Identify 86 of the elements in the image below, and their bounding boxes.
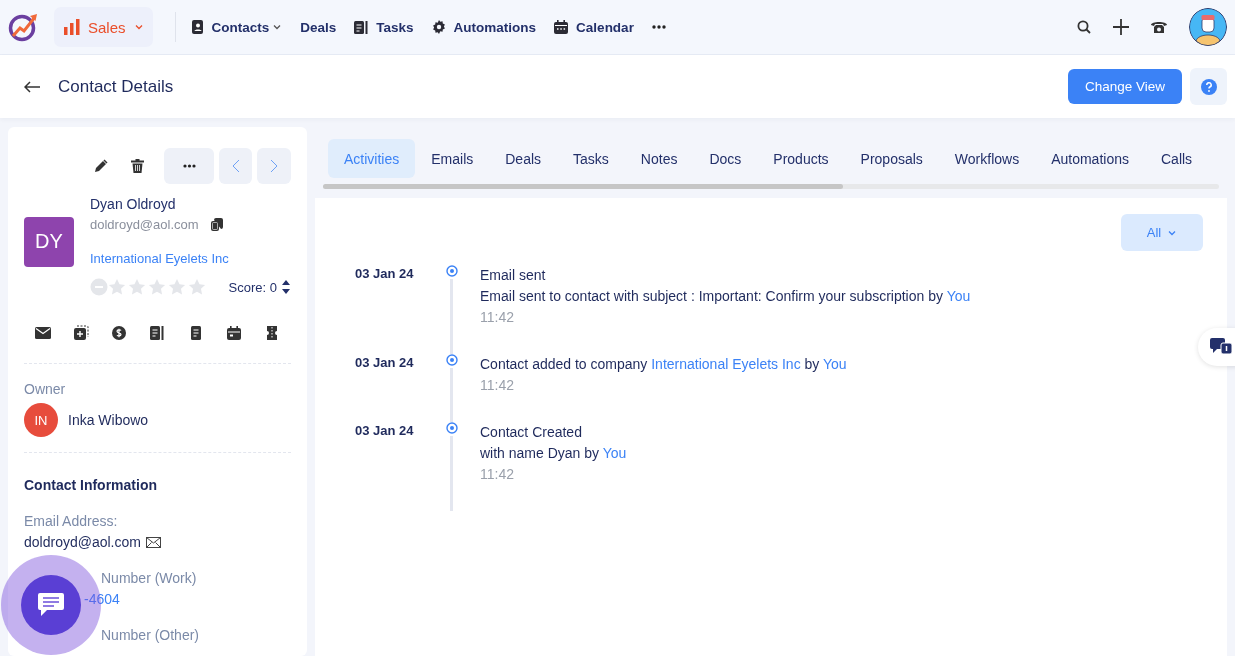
chat-bubble-icon xyxy=(37,592,65,618)
change-view-button[interactable]: Change View xyxy=(1067,69,1182,104)
timeline-dot-icon xyxy=(445,265,458,277)
more-icon xyxy=(182,164,196,168)
tab[interactable]: Calls xyxy=(1145,139,1209,178)
horizontal-scrollbar[interactable] xyxy=(323,184,1219,189)
timeline-dot-icon xyxy=(445,422,458,434)
address-book-icon xyxy=(191,20,204,34)
activity-text: with name Dyan by You xyxy=(480,444,627,463)
gear-icon xyxy=(431,20,446,34)
calendar-icon xyxy=(225,325,242,341)
activity-text: Email sent xyxy=(480,266,547,285)
tab[interactable]: Products xyxy=(757,139,845,178)
pencil-icon xyxy=(94,159,108,173)
bar-chart-icon xyxy=(64,19,80,35)
tab[interactable]: Notes xyxy=(624,139,694,178)
page-title: Contact Details xyxy=(58,76,174,97)
activity-time: 11:42 xyxy=(480,308,515,327)
calendar-icon xyxy=(554,20,569,34)
trash-icon xyxy=(131,159,144,173)
chevron-left-icon xyxy=(231,159,240,173)
field-label: Email Address: xyxy=(24,513,119,529)
tab[interactable]: Deals xyxy=(489,139,558,178)
add-note-button[interactable] xyxy=(73,325,90,341)
help-icon xyxy=(1200,78,1217,95)
contact-name: Dyan Oldroyd xyxy=(90,196,177,212)
tab[interactable]: Docs xyxy=(693,139,758,178)
score-label: Score: 0 xyxy=(228,279,277,295)
star-rating[interactable] xyxy=(108,278,206,296)
notepad-icon xyxy=(354,20,369,34)
calendar-button[interactable] xyxy=(225,325,242,341)
notepad-button[interactable] xyxy=(149,325,166,341)
company-link[interactable]: International Eyelets Inc xyxy=(90,251,229,266)
help-button[interactable] xyxy=(1190,68,1227,105)
activity-text: Contact added to company International Eyelets Inc by You xyxy=(480,355,847,374)
chevron-right-icon xyxy=(270,159,278,173)
activity-date: 03 Jan 24 xyxy=(355,265,415,283)
copy-icon[interactable] xyxy=(210,218,223,231)
plus-icon[interactable] xyxy=(1113,19,1129,35)
more-icon[interactable] xyxy=(651,25,666,29)
envelope-icon[interactable] xyxy=(145,536,161,548)
phone-icon[interactable] xyxy=(1151,20,1167,34)
activity-link[interactable]: You xyxy=(946,288,971,304)
activity-time: 11:42 xyxy=(480,465,515,484)
nav-item[interactable]: Automations xyxy=(431,19,537,35)
tab[interactable]: Emails xyxy=(415,139,490,178)
nav-item[interactable]: Tasks xyxy=(354,19,414,35)
notepad-icon xyxy=(149,325,166,341)
contact-avatar: DY xyxy=(24,216,74,267)
envelope-button[interactable] xyxy=(35,325,51,341)
activity-link[interactable]: International Eyelets Inc xyxy=(651,356,801,372)
dollar-button[interactable] xyxy=(111,325,128,341)
owner-avatar: IN xyxy=(24,403,58,437)
activity-time: 11:42 xyxy=(480,376,515,395)
field-value: doldroyd@aol.com xyxy=(24,534,141,550)
add-note-icon xyxy=(73,325,90,341)
activity-link[interactable]: You xyxy=(602,445,627,461)
caret-icon xyxy=(272,22,283,32)
activity-date: 03 Jan 24 xyxy=(355,422,415,440)
envelope-icon xyxy=(35,325,51,341)
nav-item[interactable]: Deals xyxy=(300,19,337,35)
owner-name: Inka Wibowo xyxy=(68,412,149,428)
tab[interactable]: Tasks xyxy=(557,139,625,178)
tab[interactable]: Proposals xyxy=(844,139,939,178)
nav-item[interactable]: Calendar xyxy=(554,19,634,35)
avatar-icon[interactable] xyxy=(1189,8,1227,46)
section-title: Contact Information xyxy=(24,477,158,493)
app-logo[interactable] xyxy=(8,12,40,42)
phone-link[interactable]: -4604 xyxy=(84,591,120,607)
activity-date: 03 Jan 24 xyxy=(355,354,415,372)
activity-link[interactable]: You xyxy=(823,356,847,372)
contact-email: doldroyd@aol.com xyxy=(90,217,199,232)
tab[interactable]: Automations xyxy=(1035,139,1145,178)
timeline-dot-icon xyxy=(445,354,458,366)
nav-item[interactable]: Contacts xyxy=(191,19,283,35)
chat-bubbles-icon xyxy=(1210,338,1232,356)
dollar-icon xyxy=(111,325,128,341)
owner-label: Owner xyxy=(24,381,67,397)
field-label: Number (Work) xyxy=(100,570,198,586)
search-icon[interactable] xyxy=(1077,20,1091,34)
back-arrow-icon[interactable] xyxy=(24,80,40,93)
activity-text: Email sent to contact with subject : Important: Confirm your subscription by You xyxy=(480,287,971,306)
field-label: Number (Other) xyxy=(100,627,201,643)
caret-icon xyxy=(133,22,144,32)
activity-text: Contact Created xyxy=(480,423,583,442)
tab[interactable]: Workflows xyxy=(938,139,1036,178)
